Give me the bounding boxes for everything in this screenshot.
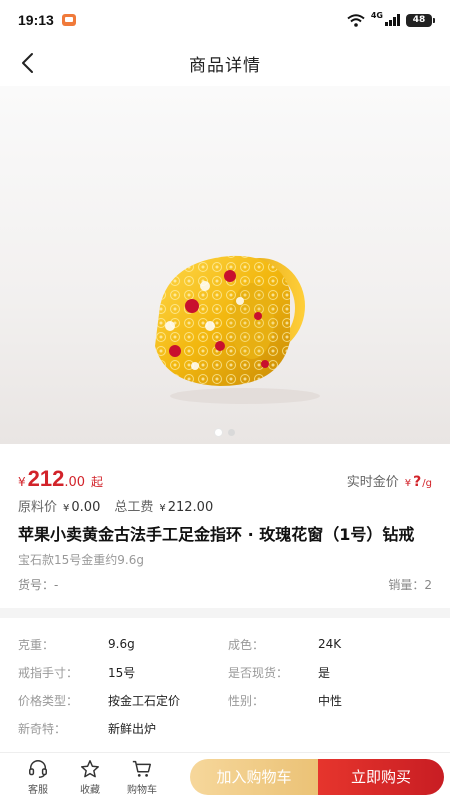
gold-price-currency: ¥ — [404, 478, 412, 489]
product-image — [140, 246, 330, 406]
labor-fee-currency: ¥ — [159, 503, 166, 514]
gold-price-label: 实时金价 — [346, 475, 399, 490]
gallery-indicator — [0, 429, 450, 436]
sku-sales-row: 货号：- 销量：2 — [18, 576, 432, 593]
spec-value: 中性 — [318, 693, 343, 708]
cart-tab[interactable]: 购物车 — [116, 758, 168, 796]
spec-label: 克重： — [18, 637, 55, 652]
service-tab[interactable]: 客服 — [12, 758, 64, 796]
realtime-gold-price: 实时金价 ¥ ? /g — [347, 471, 432, 490]
status-time: 19:13 — [18, 12, 54, 28]
price-row: ¥ 212 .00 起 实时金价 ¥ ? /g — [18, 466, 432, 491]
spec-label: 成色： — [228, 637, 265, 652]
spec-value: 是 — [318, 665, 331, 680]
spec-cell: 克重： 9.6g — [18, 636, 228, 653]
bottom-action-bar: 客服 收藏 购物车 加入购物车 立即购买 — [0, 752, 450, 800]
spec-row: 克重： 9.6g 成色： 24K — [18, 630, 438, 658]
spec-cell: 新奇特： 新鲜出炉 — [18, 720, 228, 737]
chevron-left-icon — [22, 53, 33, 73]
price-integer: 212 — [27, 466, 65, 491]
material-price-label: 原料价 — [18, 500, 58, 515]
spec-cell: 成色： 24K — [228, 636, 438, 653]
spec-label: 价格类型： — [18, 693, 79, 708]
gold-price-value: ? — [413, 474, 422, 490]
spec-label: 戒指手寸： — [18, 665, 79, 680]
star-icon — [81, 759, 99, 777]
sku-number: 货号：- — [18, 578, 59, 592]
spec-cell: 是否现货： 是 — [228, 664, 438, 681]
price-currency: ¥ — [18, 475, 26, 489]
add-to-cart-button[interactable]: 加入购物车 — [190, 758, 318, 795]
signal-icon — [385, 14, 400, 26]
material-price-currency: ¥ — [63, 503, 70, 514]
spec-cell: 戒指手寸： 15号 — [18, 664, 228, 681]
fee-row: 原料价 ¥ 0.00 总工费 ¥ 212.00 — [18, 496, 432, 515]
gallery-dot-active — [215, 429, 222, 436]
battery-icon: 48 — [406, 13, 435, 27]
spec-value: 15号 — [108, 665, 136, 680]
cart-icon — [132, 760, 151, 777]
favorite-label: 收藏 — [80, 784, 100, 796]
favorite-tab[interactable]: 收藏 — [64, 758, 116, 796]
section-divider — [0, 608, 450, 618]
price-decimal: .00 — [64, 475, 86, 490]
material-price-value: 0.00 — [71, 500, 101, 515]
product-title: 苹果小卖黄金古法手工足金指环 · 玫瑰花窗（1号）钻戒 — [18, 525, 415, 544]
headset-icon — [29, 759, 47, 778]
spec-label: 是否现货： — [228, 665, 289, 680]
status-bar: 19:13 4G 48 — [0, 0, 450, 40]
spec-value: 24K — [318, 637, 342, 651]
gold-price-unit: /g — [422, 478, 432, 489]
network-type: 4G — [370, 10, 383, 20]
battery-level: 48 — [412, 15, 426, 25]
buy-now-button[interactable]: 立即购买 — [318, 758, 444, 795]
nav-bar: 商品详情 — [0, 40, 450, 86]
wifi-icon — [347, 13, 365, 27]
spec-row: 戒指手寸： 15号 是否现货： 是 — [18, 658, 438, 686]
product-subtitle: 宝石款15号金重约9.6g — [18, 553, 144, 567]
gallery-dot — [228, 429, 235, 436]
spec-label: 性别： — [228, 693, 265, 708]
spec-cell: 价格类型： 按金工石定价 — [18, 692, 228, 709]
app-notification-icon — [61, 14, 76, 26]
labor-fee-value: 212.00 — [167, 500, 214, 515]
page-title: 商品详情 — [189, 55, 261, 76]
service-label: 客服 — [28, 784, 48, 796]
sales-count: 销量：2 — [388, 578, 432, 592]
back-button[interactable] — [14, 50, 40, 76]
labor-fee-label: 总工费 — [114, 500, 154, 515]
price-suffix: 起 — [91, 475, 104, 489]
spec-cell: 性别： 中性 — [228, 692, 438, 709]
spec-value: 9.6g — [108, 637, 135, 651]
spec-row: 价格类型： 按金工石定价 性别： 中性 — [18, 686, 438, 714]
product-image-gallery[interactable] — [0, 86, 450, 444]
product-info: ¥ 212 .00 起 实时金价 ¥ ? /g 原料价 ¥ 0.00 总工费 ¥… — [0, 444, 450, 593]
spec-row: 新奇特： 新鲜出炉 — [18, 714, 438, 742]
cart-label: 购物车 — [127, 784, 157, 796]
spec-value: 按金工石定价 — [108, 693, 181, 708]
spec-table: 克重： 9.6g 成色： 24K 戒指手寸： 15号 是否现货： 是 价格类型：… — [18, 630, 438, 742]
spec-label: 新奇特： — [18, 721, 67, 736]
status-indicators: 4G 48 — [347, 10, 435, 27]
spec-value: 新鲜出炉 — [108, 721, 157, 736]
